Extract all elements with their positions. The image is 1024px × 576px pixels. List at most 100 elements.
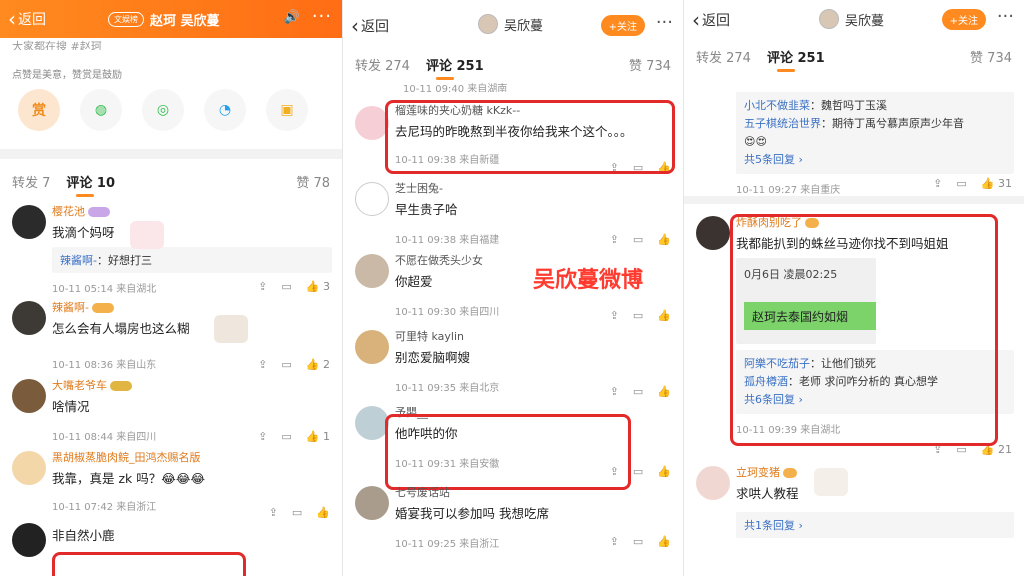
user-header[interactable]: 吴欣蔓 <box>819 9 884 29</box>
like-button[interactable]: 👍 1 <box>306 430 330 443</box>
comment-icon[interactable]: ▭ <box>633 233 643 246</box>
comment-item: 非自然小鹿 <box>0 519 342 557</box>
reply-box[interactable]: 小北不做韭菜：魏哲吗丁玉溪 五子棋统治世界：期待丁禹兮慕声原声少年音 😍😍 共5… <box>736 92 1014 174</box>
like-button[interactable]: 👍 <box>657 309 671 322</box>
moments-icon[interactable]: ◎ <box>142 89 184 131</box>
back-button[interactable]: ‹ 返回 <box>351 16 389 36</box>
avatar[interactable] <box>355 486 389 520</box>
avatar[interactable] <box>355 182 389 216</box>
avatar[interactable] <box>12 205 46 239</box>
avatar[interactable] <box>696 466 730 500</box>
like-button[interactable]: 👍 <box>657 385 671 398</box>
share-icon[interactable]: ⇪ <box>610 309 619 322</box>
comment-author[interactable]: 七号废话站 <box>395 484 673 500</box>
comment-icon[interactable]: ▭ <box>292 506 302 519</box>
like-count: 1 <box>323 430 330 443</box>
share-icon[interactable]: ⇪ <box>610 233 619 246</box>
like-button[interactable]: 👍 3 <box>306 280 330 293</box>
speaker-icon[interactable]: 🔊 <box>284 10 300 25</box>
qq-icon[interactable]: ◔ <box>204 89 246 131</box>
back-button[interactable]: ‹ 返回 <box>692 10 730 30</box>
reply-author[interactable]: 小北不做韭菜 <box>744 99 810 112</box>
comment-icon[interactable]: ▭ <box>633 385 643 398</box>
comment-text: 婚宴我可以参加吗 我想吃席 <box>395 506 549 521</box>
comment-author[interactable]: 辣酱啊- <box>52 299 332 315</box>
avatar[interactable] <box>12 301 46 335</box>
share-icon[interactable]: ⇪ <box>269 506 278 519</box>
more-icon[interactable]: ··· <box>997 6 1014 27</box>
comment-text: 我靠，真是 zk 吗？😂😂😂 <box>52 471 206 486</box>
avatar[interactable] <box>355 254 389 288</box>
avatar[interactable] <box>12 523 46 557</box>
follow-button[interactable]: +关注 <box>941 9 986 30</box>
wechat-icon[interactable]: ◍ <box>80 89 122 131</box>
like-button[interactable]: 👍 2 <box>306 358 330 371</box>
comment-icon[interactable]: ▭ <box>281 358 291 371</box>
avatar[interactable] <box>12 451 46 485</box>
comment-icon[interactable]: ▭ <box>633 309 643 322</box>
tab-likes[interactable]: 赞 734 <box>970 47 1012 66</box>
comment-author[interactable]: 黑胡椒蒸脆肉鲩_田鸿杰赐名版 <box>52 449 332 465</box>
author-name: 大嘴老爷车 <box>52 379 107 392</box>
tab-repost[interactable]: 转发 274 <box>696 47 751 66</box>
avatar[interactable] <box>355 106 389 140</box>
comment-author[interactable]: 芝士困兔- <box>395 180 673 196</box>
tab-repost[interactable]: 转发 7 <box>12 172 50 191</box>
tab-likes[interactable]: 赞 78 <box>296 172 330 191</box>
comment-actions: ⇪ ▭ 👍 <box>610 309 671 322</box>
more-replies-link[interactable]: 共1条回复 › <box>744 519 803 532</box>
avatar <box>478 14 498 34</box>
user-header[interactable]: 吴欣蔓 <box>478 14 543 34</box>
comment-icon[interactable]: ▭ <box>281 430 291 443</box>
qzone-icon[interactable]: ▣ <box>266 89 308 131</box>
like-button[interactable]: 👍 <box>657 465 671 478</box>
more-icon[interactable]: ··· <box>656 12 673 33</box>
share-icon[interactable]: ⇪ <box>258 280 267 293</box>
reply-box[interactable]: 辣酱啊-：好想打三 <box>52 247 332 273</box>
share-icon[interactable]: ⇪ <box>610 535 619 548</box>
more-replies-link[interactable]: 共5条回复 › <box>744 151 1006 169</box>
reply-author[interactable]: 五子棋统治世界 <box>744 117 821 130</box>
author-name: 樱花池 <box>52 205 85 218</box>
reply-text: ：期待丁禹兮慕声原声少年音 <box>821 117 964 130</box>
like-button[interactable]: 👍 <box>657 535 671 548</box>
page-title: 赵珂 吴欣蔓 <box>150 13 220 29</box>
comment-author[interactable]: 樱花池 <box>52 203 332 219</box>
follow-button[interactable]: +关注 <box>600 15 645 36</box>
reply-box[interactable]: 共1条回复 › <box>736 512 1014 538</box>
comment-author[interactable]: 立珂变猪 <box>736 464 1014 480</box>
share-icon[interactable]: ⇪ <box>258 358 267 371</box>
comment-icon[interactable]: ▭ <box>956 177 966 190</box>
comment-icon[interactable]: ▭ <box>633 465 643 478</box>
tab-comments[interactable]: 评论 10 <box>66 172 115 197</box>
like-button[interactable]: 👍 <box>316 506 330 519</box>
share-icon[interactable]: ⇪ <box>610 385 619 398</box>
more-icon[interactable]: ··· <box>312 6 332 27</box>
share-icon[interactable]: ⇪ <box>258 430 267 443</box>
back-button[interactable]: ‹ 返回 <box>8 9 46 29</box>
like-button[interactable]: 👍 31 <box>981 177 1012 190</box>
avatar[interactable] <box>355 330 389 364</box>
comment-author[interactable]: 可里特 kaylin <box>395 328 673 344</box>
top-bar: ‹ 返回 吴欣蔓 +关注 ··· <box>684 0 1024 40</box>
tab-likes[interactable]: 赞 734 <box>629 55 671 74</box>
reply-author[interactable]: 辣酱啊- <box>60 254 97 267</box>
comment-item: 樱花池 我滴个妈呀 辣酱啊-：好想打三 10-11 05:14 来自湖北 ⇪ ▭ 👍… <box>0 197 342 295</box>
avatar[interactable] <box>696 216 730 250</box>
comment-icon[interactable]: ▭ <box>633 535 643 548</box>
comment-icon[interactable]: ▭ <box>281 280 291 293</box>
back-label: 返回 <box>18 12 46 28</box>
share-icon[interactable]: ⇪ <box>933 177 942 190</box>
comment-author[interactable]: 大嘴老爷车 <box>52 377 332 393</box>
comment-actions: ⇪ ▭ 👍 31 <box>933 177 1012 190</box>
back-label: 返回 <box>702 13 730 29</box>
tab-repost[interactable]: 转发 274 <box>355 55 410 74</box>
divider <box>0 149 342 159</box>
reward-button[interactable]: 赏 <box>18 89 60 131</box>
tab-comments[interactable]: 评论 251 <box>767 47 825 72</box>
avatar[interactable] <box>355 406 389 440</box>
highlight-box <box>730 214 998 446</box>
tab-comments[interactable]: 评论 251 <box>426 55 484 80</box>
like-button[interactable]: 👍 <box>657 233 671 246</box>
avatar[interactable] <box>12 379 46 413</box>
